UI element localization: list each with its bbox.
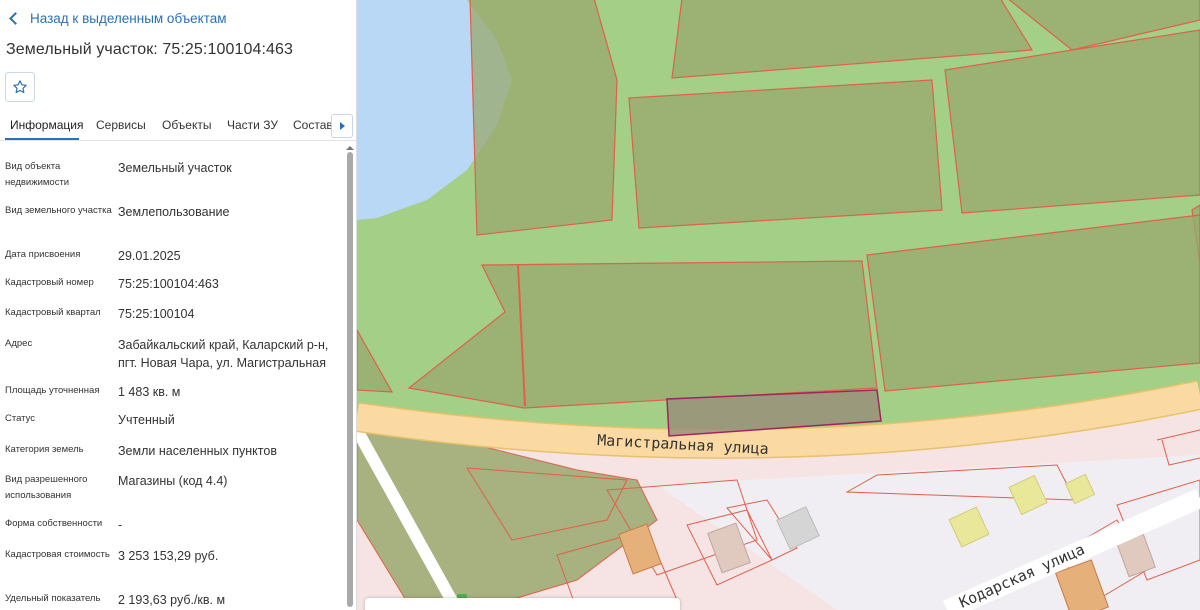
scrollbar-thumb[interactable] [347, 152, 353, 607]
map-view[interactable]: Магистральная улица Кодарская улица [357, 0, 1200, 610]
property-value: Магазины (код 4.4) [118, 474, 228, 488]
back-link-label: Назад к выделенным объектам [30, 11, 227, 26]
back-link[interactable]: Назад к выделенным объектам [8, 11, 227, 26]
property-label: Площадь уточненная [5, 385, 100, 396]
property-value: 2 193,63 руб./кв. м [118, 593, 226, 607]
property-label: Категория земель [5, 444, 84, 455]
parcels-group [357, 0, 1200, 409]
property-label: Вид объекта недвижимости [5, 161, 70, 188]
tab-services[interactable]: Сервисы [96, 118, 146, 132]
property-value: 3 253 153,29 руб. [118, 549, 219, 563]
property-value: 1 483 кв. м [118, 385, 181, 399]
property-label: Вид разрешенного использования [5, 474, 88, 501]
active-tab-indicator [5, 138, 79, 140]
property-value: Учтенный [118, 413, 175, 427]
property-label: Адрес [5, 338, 33, 349]
page-title: Земельный участок: 75:25:100104:463 [6, 41, 294, 58]
property-value: 75:25:100104:463 [118, 277, 219, 291]
tab-bar: Информация Сервисы Объекты Части ЗУ Сост… [0, 111, 356, 141]
tabs-scroll-right-button[interactable] [331, 114, 353, 138]
arrow-right-icon [339, 122, 345, 130]
property-value: Земельный участок [118, 161, 232, 175]
property-label: Форма собственности [5, 518, 103, 529]
property-value: - [118, 518, 123, 532]
tab-parts[interactable]: Части ЗУ [227, 118, 278, 132]
property-label: Дата присвоения [5, 249, 81, 260]
property-label: Удельный показатель [5, 593, 101, 604]
property-value: Землепользование [118, 205, 230, 219]
property-value: 75:25:100104 [118, 307, 195, 321]
chevron-left-icon [9, 12, 22, 25]
property-label: Кадастровый номер [5, 277, 94, 288]
map-bottom-card[interactable] [365, 598, 680, 610]
favorite-button[interactable] [5, 72, 35, 102]
property-label: Кадастровая стоимость [5, 549, 110, 560]
star-icon [13, 80, 27, 94]
property-value: Земли населенных пунктов [118, 444, 277, 458]
property-value: Забайкальский край, Каларский р-н, пгт. … [118, 338, 329, 370]
tab-objects[interactable]: Объекты [162, 118, 212, 132]
parcel [469, 0, 618, 236]
info-panel: Назад к выделенным объектам Земельный уч… [0, 0, 357, 610]
tab-info[interactable]: Информация [10, 118, 83, 132]
tab-composition[interactable]: Состав [293, 118, 333, 132]
property-label: Статус [5, 413, 36, 424]
property-label: Вид земельного участка [5, 205, 112, 216]
property-label: Кадастровый квартал [5, 307, 101, 318]
map-canvas[interactable]: Магистральная улица Кодарская улица [357, 0, 1200, 610]
scroll-up-arrow-icon[interactable] [346, 146, 354, 150]
property-value: 29.01.2025 [118, 249, 181, 263]
parcel [628, 79, 943, 229]
